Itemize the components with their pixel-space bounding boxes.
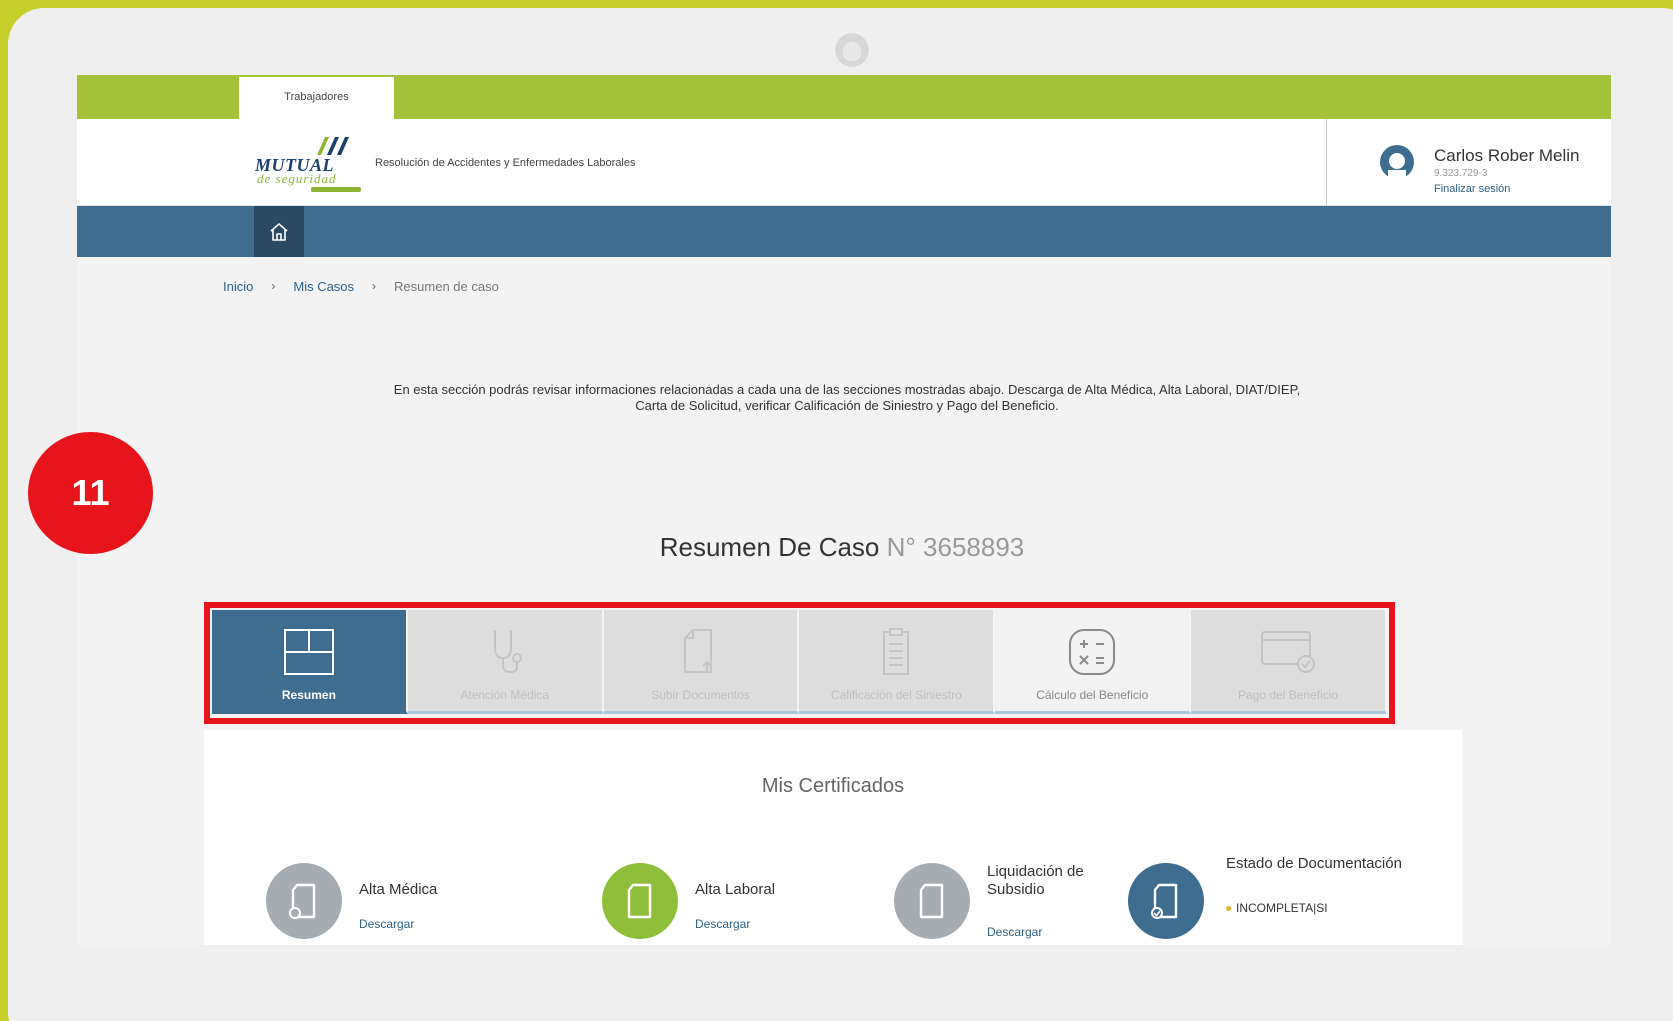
breadcrumb: Inicio › Mis Casos › Resumen de caso	[223, 279, 499, 294]
header: MUTUAL de seguridad Resolución de Accide…	[77, 119, 1611, 206]
breadcrumb-current: Resumen de caso	[394, 279, 499, 294]
logout-link[interactable]: Finalizar sesión	[1434, 183, 1510, 195]
document-icon	[266, 863, 342, 939]
step-number-badge: 11	[28, 432, 153, 554]
main-navbar	[77, 206, 1611, 257]
mutual-logo[interactable]: MUTUAL de seguridad	[255, 133, 367, 192]
camera-icon	[835, 33, 869, 67]
breadcrumb-separator: ›	[372, 279, 377, 293]
case-number: N° 3658893	[886, 532, 1025, 562]
document-icon	[894, 863, 970, 939]
cert-name: Liquidación de Subsidio	[987, 863, 1084, 898]
breadcrumb-inicio[interactable]: Inicio	[223, 279, 253, 294]
home-button[interactable]	[254, 206, 304, 257]
cert-name: Alta Laboral	[695, 881, 776, 898]
logo-sub: de seguridad	[257, 171, 337, 186]
header-subtitle: Resolución de Accidentes y Enfermedades …	[375, 157, 636, 169]
breadcrumb-separator: ›	[271, 279, 276, 293]
certificates-panel: Mis Certificados Alta Médica Descargar A…	[204, 730, 1462, 945]
logo-mark-icon	[317, 137, 349, 155]
status-text: INCOMPLETA|SI	[1236, 901, 1328, 915]
intro-line-2: Carta de Solicitud, verificar Calificaci…	[635, 398, 1059, 413]
tabs-highlight-box	[204, 602, 1395, 724]
document-icon	[602, 863, 678, 939]
home-icon	[270, 222, 288, 241]
app-screen: Trabajadores MUTUAL de seguridad Resoluc…	[77, 75, 1611, 945]
doc-status: INCOMPLETA|SI	[1226, 901, 1328, 915]
case-title-label: Resumen De Caso	[659, 532, 880, 562]
document-check-icon	[1128, 863, 1204, 939]
download-link[interactable]: Descargar	[987, 925, 1042, 939]
download-link[interactable]: Descargar	[359, 917, 414, 931]
status-dot	[1226, 906, 1231, 912]
tab-trabajadores[interactable]: Trabajadores	[239, 77, 394, 121]
case-title: Resumen De Caso N° 3658893	[77, 532, 1607, 563]
logo-pill	[311, 187, 361, 192]
user-avatar-icon[interactable]	[1379, 144, 1415, 180]
cert-name: Alta Médica	[359, 881, 438, 898]
user-name: Carlos Rober Melin	[1434, 146, 1580, 165]
user-rut: 9.323.729-3	[1434, 168, 1488, 179]
user-area: Carlos Rober Melin 9.323.729-3 Finalizar…	[1326, 119, 1611, 206]
top-bar: Trabajadores	[77, 75, 1611, 121]
intro-line-1: En esta sección podrás revisar informaci…	[393, 382, 1301, 397]
breadcrumb-mis-casos[interactable]: Mis Casos	[293, 279, 354, 294]
intro-text: En esta sección podrás revisar informaci…	[257, 382, 1437, 414]
cert-name: Estado de Documentación	[1226, 855, 1402, 872]
download-link[interactable]: Descargar	[695, 917, 750, 931]
certificates-title: Mis Certificados	[761, 775, 905, 797]
